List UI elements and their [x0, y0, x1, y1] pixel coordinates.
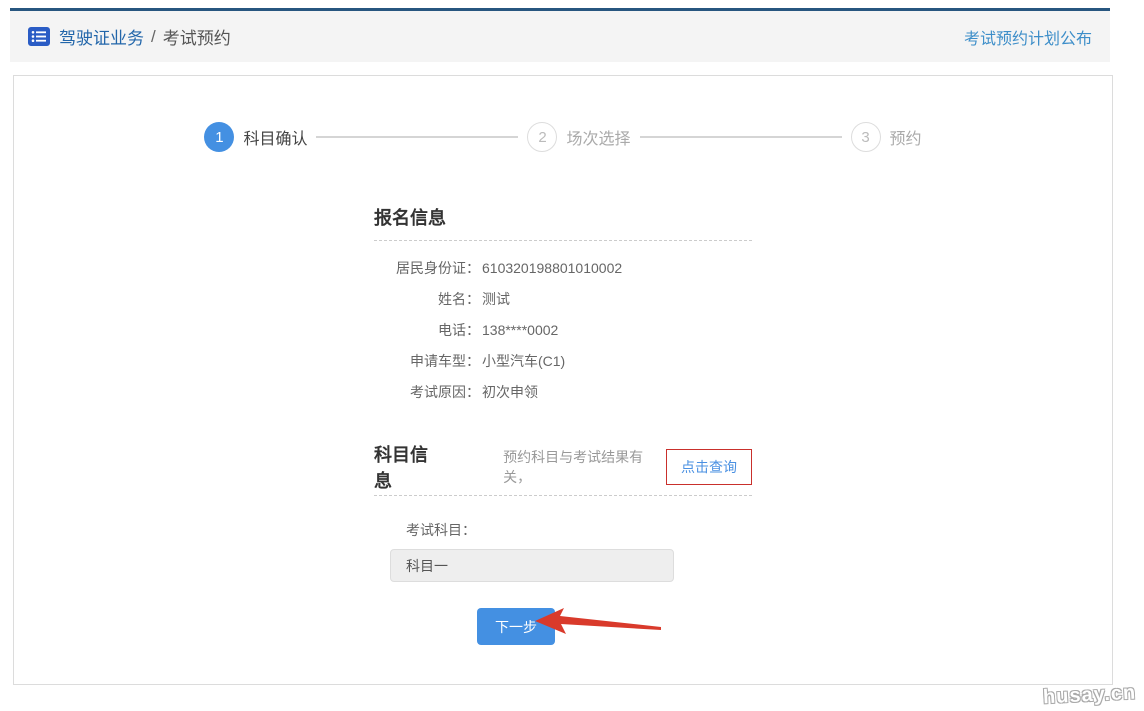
watermark: husay.cn — [1042, 682, 1136, 710]
step-reserve: 3 预约 — [851, 122, 922, 152]
step-connector — [640, 136, 842, 138]
exam-subject-label: 考试科目： — [406, 520, 752, 540]
step-subject-confirm: 1 科目确认 — [204, 122, 307, 152]
header-bar: 驾驶证业务 / 考试预约 考试预约计划公布 — [10, 8, 1110, 62]
field-label: 申请车型： — [374, 354, 480, 369]
field-label: 考试原因： — [374, 385, 480, 400]
field-value: 初次申领 — [482, 385, 538, 400]
field-row-name: 姓名： 测试 — [374, 292, 752, 307]
field-label: 姓名： — [374, 292, 480, 307]
step-3-label: 预约 — [890, 125, 922, 149]
field-label: 居民身份证： — [374, 261, 480, 276]
registration-fields: 居民身份证： 610320198801010002 姓名： 测试 电话： 138… — [374, 261, 752, 400]
subject-note: 预约科目与考试结果有关， — [503, 447, 662, 487]
step-2-label: 场次选择 — [566, 125, 630, 149]
step-1-label: 科目确认 — [243, 125, 307, 149]
subject-title: 科目信息 — [374, 441, 442, 493]
step-1-circle: 1 — [204, 122, 234, 152]
breadcrumb-root[interactable]: 驾驶证业务 — [59, 24, 144, 49]
exam-subject-input[interactable] — [390, 549, 674, 582]
field-row-phone: 电话： 138****0002 — [374, 323, 752, 338]
subject-section-header: 科目信息 预约科目与考试结果有关， 点击查询 — [374, 441, 752, 493]
step-2-circle: 2 — [527, 122, 557, 152]
list-icon — [28, 27, 50, 46]
field-value: 610320198801010002 — [482, 261, 622, 276]
form-column: 报名信息 居民身份证： 610320198801010002 姓名： 测试 电话… — [374, 204, 752, 645]
divider-dashed — [374, 495, 752, 496]
field-label: 电话： — [374, 323, 480, 338]
divider-dashed — [374, 240, 752, 241]
stepper: 1 科目确认 2 场次选择 3 预约 — [14, 122, 1112, 152]
query-link[interactable]: 点击查询 — [666, 449, 752, 485]
breadcrumb: 驾驶证业务 / 考试预约 — [28, 24, 231, 49]
breadcrumb-current: 考试预约 — [163, 24, 231, 49]
field-row-exam-reason: 考试原因： 初次申领 — [374, 385, 752, 400]
registration-title: 报名信息 — [374, 204, 752, 230]
breadcrumb-separator: / — [151, 27, 156, 47]
main-panel: 1 科目确认 2 场次选择 3 预约 报名信息 居民身份证： 610320198… — [13, 75, 1113, 685]
step-connector — [316, 136, 518, 138]
step-3-circle: 3 — [851, 122, 881, 152]
annotation-arrow-icon — [530, 604, 665, 641]
field-value: 138****0002 — [482, 323, 558, 338]
field-row-id-card: 居民身份证： 610320198801010002 — [374, 261, 752, 276]
exam-plan-link[interactable]: 考试预约计划公布 — [964, 25, 1092, 49]
field-row-vehicle-type: 申请车型： 小型汽车(C1) — [374, 354, 752, 369]
field-value: 小型汽车(C1) — [482, 354, 565, 369]
step-session-select: 2 场次选择 — [527, 122, 630, 152]
field-value: 测试 — [482, 292, 510, 307]
page: 驾驶证业务 / 考试预约 考试预约计划公布 1 科目确认 2 场次选择 3 预约 — [0, 0, 1144, 711]
